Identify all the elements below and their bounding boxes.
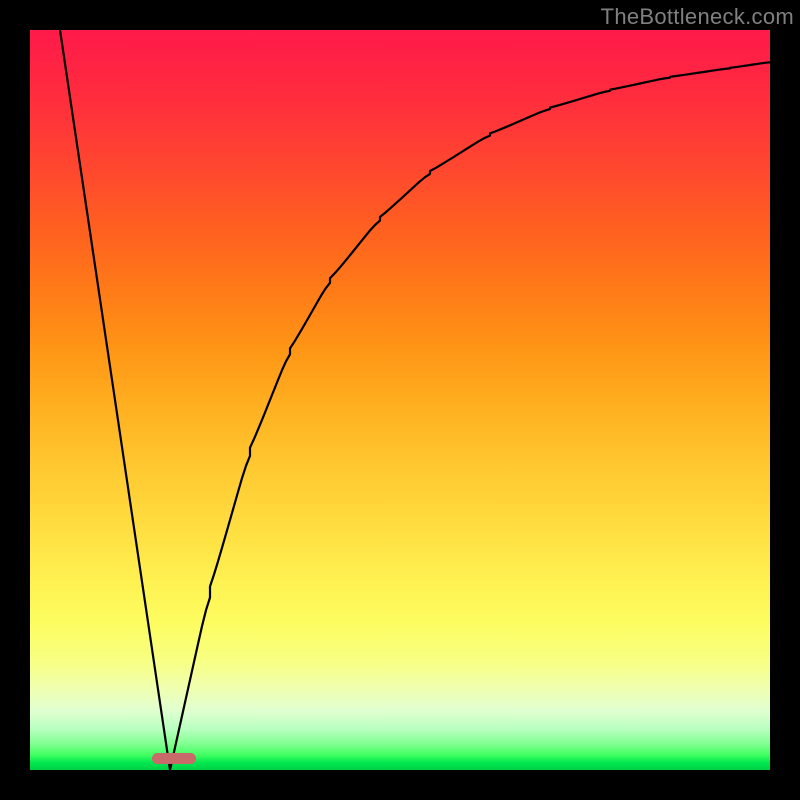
plot-area	[30, 30, 770, 770]
curve-svg	[30, 30, 770, 770]
watermark-text: TheBottleneck.com	[601, 4, 794, 30]
bottleneck-curve	[60, 30, 770, 770]
chart-container: TheBottleneck.com	[0, 0, 800, 800]
optimal-zone-marker	[152, 753, 196, 764]
